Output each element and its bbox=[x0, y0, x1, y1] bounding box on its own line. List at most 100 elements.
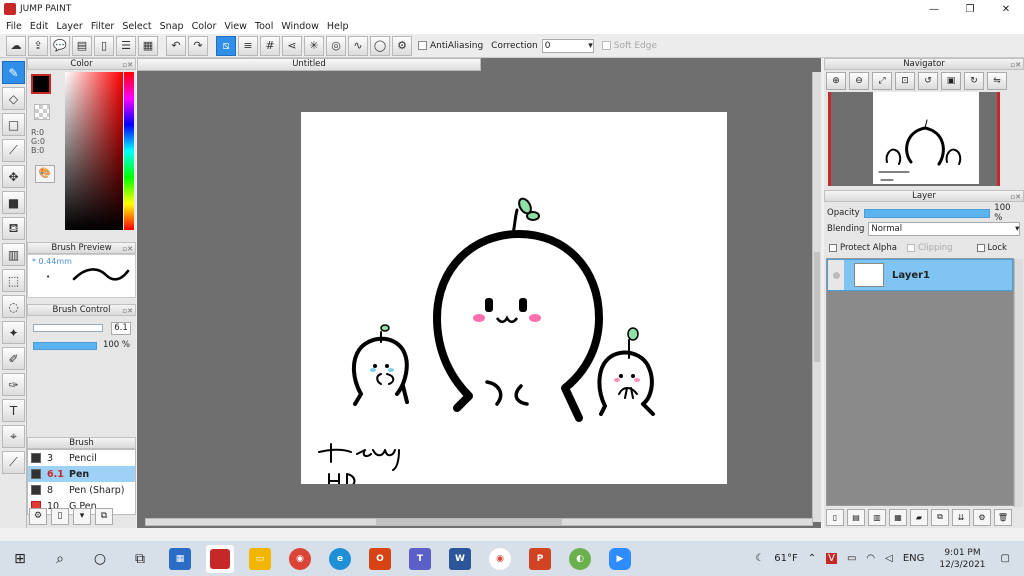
navigator-view[interactable] bbox=[828, 92, 1000, 186]
cortana-icon[interactable]: ○ bbox=[86, 545, 114, 573]
text-tool-icon[interactable]: T bbox=[2, 399, 25, 422]
close-button[interactable]: ✕ bbox=[988, 0, 1024, 18]
list-icon[interactable]: ☰ bbox=[116, 35, 136, 56]
hue-slider[interactable] bbox=[124, 72, 134, 230]
snap-curve-icon[interactable]: ∿ bbox=[348, 35, 368, 56]
zoom-out-icon[interactable]: ⊖ bbox=[849, 72, 869, 90]
blending-select[interactable]: Normal ▾ bbox=[868, 222, 1021, 236]
export-icon[interactable]: ⇪ bbox=[28, 35, 48, 56]
transparent-color-swatch[interactable] bbox=[34, 104, 50, 120]
eraser-tool-icon[interactable]: ◇ bbox=[2, 87, 25, 110]
divide-tool-icon[interactable]: ⌖ bbox=[2, 425, 25, 448]
rect-select-icon[interactable]: ⬚ bbox=[2, 269, 25, 292]
chevron-up-icon[interactable]: ⌃ bbox=[808, 553, 816, 564]
layer-list-scrollbar[interactable] bbox=[1014, 259, 1023, 507]
snap-off-icon[interactable]: ⧅ bbox=[216, 35, 236, 56]
minimize-button[interactable]: — bbox=[916, 0, 952, 18]
maximize-button[interactable]: ❐ bbox=[952, 0, 988, 18]
snap-ellipse-icon[interactable]: ◯ bbox=[370, 35, 390, 56]
brush-settings-icon[interactable]: ⚙ bbox=[29, 507, 47, 525]
document-tab[interactable]: Untitled bbox=[137, 58, 481, 71]
magic-wand-icon[interactable]: ✦ bbox=[2, 321, 25, 344]
new-1bit-layer-icon[interactable]: ▦ bbox=[889, 508, 907, 526]
windows-start-icon[interactable]: ⊞ bbox=[6, 545, 34, 573]
panel-close-icon[interactable]: ▫✕ bbox=[122, 244, 133, 254]
duplicate-layer-icon[interactable]: ⧉ bbox=[931, 508, 949, 526]
antialiasing-checkbox[interactable] bbox=[418, 41, 427, 50]
merge-down-icon[interactable]: ⇊ bbox=[952, 508, 970, 526]
brush-menu-icon[interactable]: ▾ bbox=[73, 507, 91, 525]
lock-checkbox[interactable] bbox=[976, 244, 985, 252]
tray-app-icon[interactable]: V bbox=[826, 553, 837, 564]
fit-view-icon[interactable]: ⤢ bbox=[872, 72, 892, 90]
canvas-vertical-scrollbar[interactable] bbox=[812, 72, 821, 522]
zoom-icon[interactable]: ▶ bbox=[609, 547, 631, 570]
task-view-icon[interactable]: ⧉ bbox=[126, 545, 154, 573]
layer-row[interactable]: Layer1 bbox=[827, 259, 1013, 291]
chrome-profile-icon[interactable]: ◉ bbox=[489, 547, 511, 570]
layer-settings-icon[interactable]: ⚙ bbox=[973, 508, 991, 526]
rotate-left-icon[interactable]: ↺ bbox=[918, 72, 938, 90]
move-tool-icon[interactable]: ✥ bbox=[2, 165, 25, 188]
brush-size-value[interactable]: 6.1 bbox=[111, 322, 131, 335]
search-icon[interactable]: ⌕ bbox=[46, 545, 74, 573]
rotate-right-icon[interactable]: ↻ bbox=[964, 72, 984, 90]
snap-cross-icon[interactable]: # bbox=[260, 35, 280, 56]
text-bubble-icon[interactable]: ▤ bbox=[72, 35, 92, 56]
panel-close-icon[interactable]: ▫✕ bbox=[1010, 60, 1021, 70]
undo-icon[interactable]: ↶ bbox=[166, 35, 186, 56]
reset-rotation-icon[interactable]: ▣ bbox=[941, 72, 961, 90]
grid-layout-icon[interactable]: ▦ bbox=[138, 35, 158, 56]
new-folder-icon[interactable]: ▰ bbox=[910, 508, 928, 526]
new-halftone-layer-icon[interactable]: ▤ bbox=[847, 508, 865, 526]
menu-select[interactable]: Select bbox=[118, 21, 155, 32]
notification-icon[interactable]: ▢ bbox=[1001, 553, 1010, 564]
menu-layer[interactable]: Layer bbox=[52, 21, 87, 32]
powerpoint-icon[interactable]: P bbox=[529, 547, 551, 570]
volume-icon[interactable]: ◁ bbox=[885, 553, 893, 564]
page-icon[interactable]: ▯ bbox=[94, 35, 114, 56]
gradient-tool-icon[interactable]: ▥ bbox=[2, 243, 25, 266]
layer-opacity-slider[interactable] bbox=[863, 208, 991, 218]
brush-item-pencil[interactable]: 3 Pencil bbox=[28, 450, 135, 466]
brush-size-slider[interactable] bbox=[33, 324, 103, 332]
visibility-icon[interactable] bbox=[828, 260, 844, 290]
select-pen-icon[interactable]: ✐ bbox=[2, 347, 25, 370]
menu-file[interactable]: File bbox=[2, 21, 26, 32]
edge-icon[interactable]: e bbox=[329, 547, 351, 570]
snap-parallel-icon[interactable]: ≡ bbox=[238, 35, 258, 56]
soft-edge-checkbox[interactable] bbox=[601, 41, 611, 50]
zoom-in-icon[interactable]: ⊕ bbox=[826, 72, 846, 90]
new-8bit-layer-icon[interactable]: ▥ bbox=[868, 508, 886, 526]
panel-close-icon[interactable]: ▫✕ bbox=[1010, 192, 1021, 202]
menu-tool[interactable]: Tool bbox=[251, 21, 277, 32]
menu-snap[interactable]: Snap bbox=[156, 21, 188, 32]
new-brush-icon[interactable]: ▯ bbox=[51, 507, 69, 525]
snap-circle-icon[interactable]: ◎ bbox=[326, 35, 346, 56]
snap-vanishing-icon[interactable]: ⋖ bbox=[282, 35, 302, 56]
weather-value[interactable]: 61°F bbox=[774, 553, 797, 564]
actual-size-icon[interactable]: ⊡ bbox=[895, 72, 915, 90]
wifi-icon[interactable]: ◠ bbox=[866, 553, 875, 564]
snap-radial-icon[interactable]: ✳ bbox=[304, 35, 324, 56]
clock[interactable]: 9:01 PM 12/3/2021 bbox=[939, 547, 985, 571]
canvas-horizontal-scrollbar[interactable] bbox=[145, 518, 813, 526]
redo-icon[interactable]: ↷ bbox=[188, 35, 208, 56]
menu-color[interactable]: Color bbox=[188, 21, 221, 32]
new-layer-icon[interactable]: ▯ bbox=[826, 508, 844, 526]
teams-icon[interactable]: T bbox=[409, 547, 431, 570]
drawing-canvas[interactable] bbox=[301, 112, 727, 489]
flip-view-icon[interactable]: ⇋ bbox=[987, 72, 1007, 90]
correction-select[interactable]: 0 ▾ bbox=[541, 38, 594, 53]
line-tool-icon[interactable]: ⟋ bbox=[2, 139, 25, 162]
snap-settings-icon[interactable]: ⚙ bbox=[392, 35, 412, 56]
speech-bubble-icon[interactable]: 💬 bbox=[50, 35, 70, 56]
menu-view[interactable]: View bbox=[220, 21, 251, 32]
store-icon[interactable]: ▦ bbox=[169, 547, 191, 570]
foreground-color-swatch[interactable] bbox=[31, 74, 51, 94]
app-green-icon[interactable]: ◐ bbox=[569, 547, 591, 570]
chrome-icon[interactable]: ◉ bbox=[289, 547, 311, 570]
panel-close-icon[interactable]: ▫✕ bbox=[122, 60, 133, 70]
menu-edit[interactable]: Edit bbox=[26, 21, 52, 32]
file-explorer-icon[interactable]: ▭ bbox=[249, 547, 271, 570]
